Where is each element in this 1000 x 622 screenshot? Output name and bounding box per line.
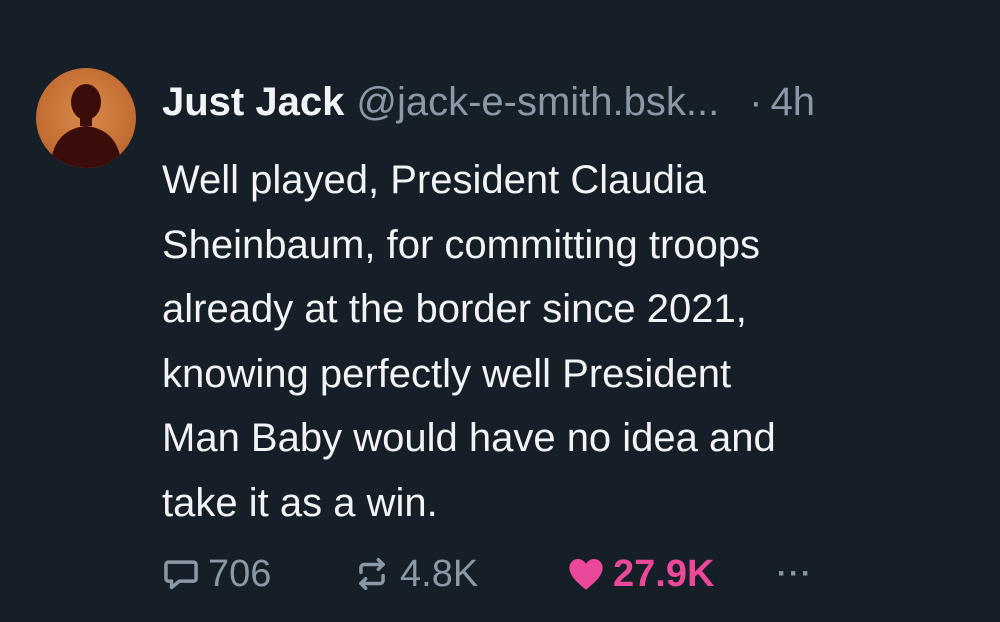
like-count: 27.9K: [613, 552, 715, 595]
heart-icon: [569, 558, 603, 590]
reply-icon: [164, 560, 198, 590]
reply-count: 706: [208, 552, 272, 595]
repost-count: 4.8K: [400, 552, 479, 595]
repost-icon: [359, 558, 385, 590]
post-card[interactable]: Just Jack @jack-e-smith.bsk... · 4h Well…: [0, 0, 1000, 622]
post-actions: 706 4.8K 27.9K ···: [162, 548, 813, 600]
like-button[interactable]: 27.9K: [567, 553, 777, 596]
repost-button[interactable]: 4.8K: [352, 553, 567, 596]
post-header: Just Jack @jack-e-smith.bsk... · 4h: [162, 76, 815, 128]
person-silhouette-icon: [50, 84, 122, 168]
post-timestamp[interactable]: 4h: [771, 76, 816, 128]
reply-button[interactable]: 706: [162, 553, 352, 596]
author-display-name[interactable]: Just Jack: [162, 76, 344, 128]
header-separator: ·: [749, 80, 763, 124]
avatar[interactable]: [36, 68, 136, 168]
more-options-icon[interactable]: ···: [777, 557, 813, 591]
post-text: Well played, President Claudia Sheinbaum…: [162, 158, 776, 525]
author-handle[interactable]: @jack-e-smith.bsk...: [356, 76, 719, 128]
